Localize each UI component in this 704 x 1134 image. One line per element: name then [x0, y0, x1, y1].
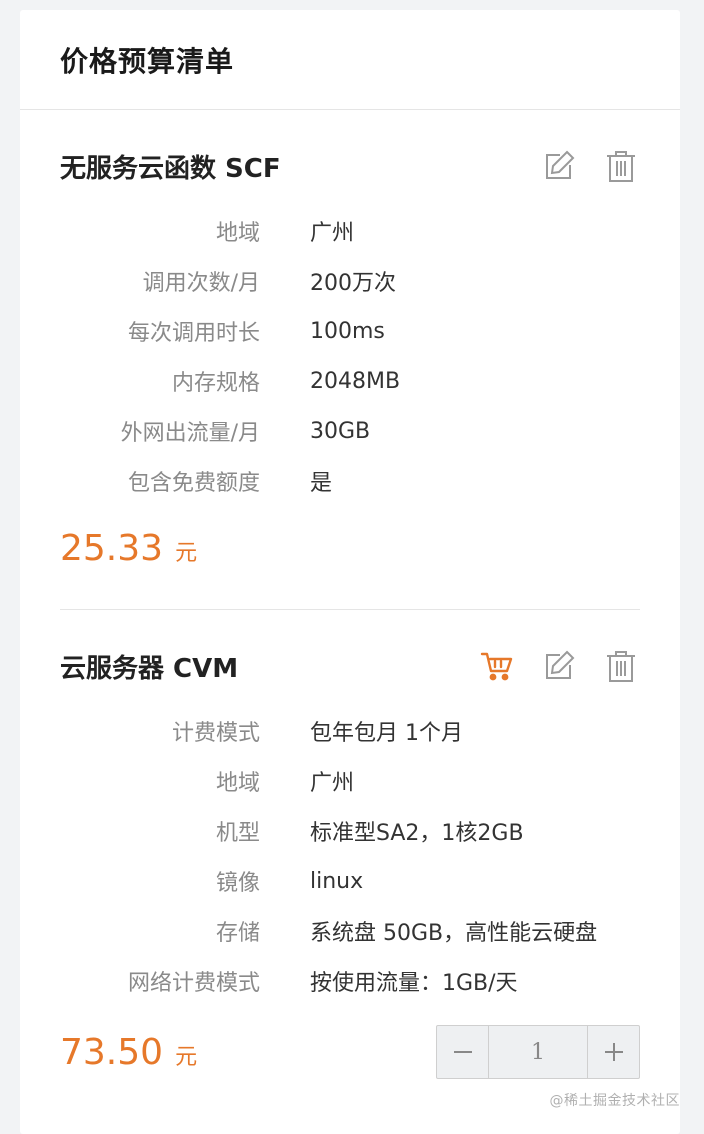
spec-value: 2048MB: [310, 368, 401, 394]
spec-value: 200万次: [310, 271, 396, 296]
watermark: @稀土掘金技术社区: [549, 1093, 680, 1109]
spec-label: 调用次数/月: [142, 271, 260, 296]
spec-row: 内存规格 2048MB: [60, 356, 640, 406]
panel-header: 价格预算清单: [20, 10, 680, 110]
spec-value: linux: [310, 868, 364, 894]
spec-row: 计费模式 包年包月 1个月: [60, 706, 640, 756]
plus-icon: [604, 1043, 623, 1061]
spec-value: 广州: [310, 771, 355, 796]
spec-value: 30GB: [310, 418, 371, 444]
spec-list: 地域 广州 调用次数/月 200万次 每次调用时长 100ms 内存规格 2048MB …: [60, 206, 640, 506]
spec-value: 按使用流量：1GB/天: [310, 971, 518, 996]
quantity-value[interactable]: 1: [489, 1026, 587, 1078]
trash-icon[interactable]: [602, 647, 640, 685]
edit-icon[interactable]: [540, 647, 578, 685]
card-title: 无服务云函数 SCF: [60, 153, 281, 184]
spec-row: 外网出流量/月 30GB: [60, 406, 640, 456]
spec-label: 镜像: [215, 871, 260, 896]
spec-label: 计费模式: [171, 721, 260, 746]
spec-label: 内存规格: [171, 371, 260, 396]
spec-row: 镜像 linux: [60, 856, 640, 906]
spec-list: 计费模式 包年包月 1个月 地域 广州 机型 标准型SA2，1核2GB 镜像 linux…: [60, 706, 640, 1006]
spec-label: 网络计费模式: [127, 971, 260, 996]
spec-value: 广州: [310, 221, 355, 246]
spec-value: 是: [310, 471, 333, 496]
spec-row: 网络计费模式 按使用流量：1GB/天: [60, 956, 640, 1006]
price-unit: 元: [175, 541, 198, 566]
spec-row: 包含免费额度 是: [60, 456, 640, 506]
card-actions: [478, 647, 640, 685]
card-title: 云服务器 CVM: [60, 653, 239, 684]
price-line: 73.50 元: [60, 1032, 197, 1073]
card-header: 云服务器 CVM: [60, 646, 640, 686]
spec-label: 存储: [215, 921, 260, 946]
price-footer: 73.50 元 1: [60, 1025, 640, 1079]
spec-value: 100ms: [310, 318, 385, 344]
spec-value: 系统盘 50GB，高性能云硬盘: [310, 921, 598, 946]
card-actions: [540, 147, 640, 185]
price-amount: 73.50: [60, 1031, 164, 1073]
spec-value: 标准型SA2，1核2GB: [310, 821, 524, 846]
spec-label: 每次调用时长: [127, 321, 260, 346]
spec-row: 存储 系统盘 50GB，高性能云硬盘: [60, 906, 640, 956]
spec-value: 包年包月 1个月: [310, 721, 463, 746]
spec-row: 调用次数/月 200万次: [60, 256, 640, 306]
scf-card: 无服务云函数 SCF 地域 广州 调用次数/月 200万次 每次调用时长 100…: [60, 110, 640, 610]
spec-label: 包含免费额度: [127, 471, 260, 496]
decrement-button[interactable]: [437, 1026, 489, 1078]
price-amount: 25.33: [60, 528, 164, 569]
spec-row: 地域 广州: [60, 756, 640, 806]
spec-label: 地域: [215, 771, 260, 796]
cart-icon[interactable]: [478, 647, 516, 685]
spec-row: 机型 标准型SA2，1核2GB: [60, 806, 640, 856]
spec-label: 地域: [215, 221, 260, 246]
cvm-card: 云服务器 CVM 计费模式 包年包月 1个月 地域 广州 机型 标准型SA2，1…: [60, 610, 640, 1079]
increment-button[interactable]: [587, 1026, 639, 1078]
spec-label: 机型: [215, 821, 260, 846]
spec-row: 地域 广州: [60, 206, 640, 256]
spec-label: 外网出流量/月: [120, 421, 260, 446]
quantity-stepper: 1: [436, 1025, 640, 1079]
trash-icon[interactable]: [602, 147, 640, 185]
price-line: 25.33 元: [60, 528, 640, 569]
minus-icon: [453, 1051, 472, 1053]
price-unit: 元: [175, 1044, 198, 1070]
page-title: 价格预算清单: [60, 44, 235, 78]
edit-icon[interactable]: [540, 147, 578, 185]
price-budget-panel: 价格预算清单 无服务云函数 SCF 地域 广州 调用次数/月 200万次 每次调…: [20, 10, 680, 1134]
spec-row: 每次调用时长 100ms: [60, 306, 640, 356]
card-header: 无服务云函数 SCF: [60, 146, 640, 186]
